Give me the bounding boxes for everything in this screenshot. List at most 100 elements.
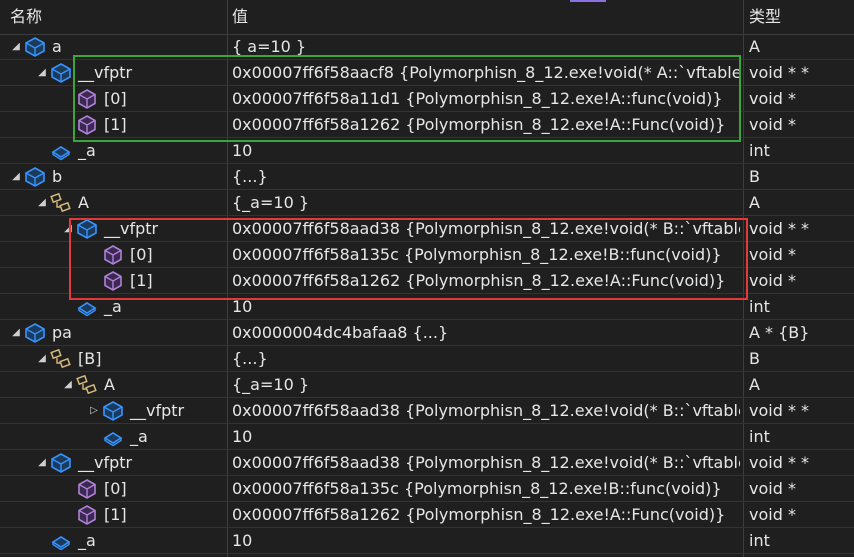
base-class-icon	[50, 192, 72, 214]
method-icon	[76, 88, 98, 110]
watch-row[interactable]: _a 10 int	[0, 424, 854, 450]
row-type: void *	[749, 271, 796, 290]
row-type: void * *	[749, 63, 810, 82]
row-name: __vfptr	[104, 219, 159, 238]
object-icon	[76, 218, 98, 240]
watch-row[interactable]: [0] 0x00007ff6f58a11d1 {Polymorphisn_8_12…	[0, 86, 854, 112]
row-type: B	[749, 349, 760, 368]
row-value[interactable]: {_a=10 }	[232, 190, 740, 215]
watch-row[interactable]: ▷ __vfptr 0x00007ff6f58aad38 {Polymorphisn…	[0, 398, 854, 424]
method-icon	[76, 478, 98, 500]
row-value[interactable]: {...}	[232, 164, 740, 189]
object-icon	[24, 36, 46, 58]
row-name: _a	[78, 531, 96, 550]
watch-row[interactable]: ◢ __vfptr 0x00007ff6f58aacf8 {Polymorphisn…	[0, 60, 854, 86]
column-header-type[interactable]: 类型	[749, 0, 781, 34]
row-type: int	[749, 427, 770, 446]
watch-rows: ◢ a{ a=10 } A ◢ __vfptr 0x00007ff6f58aacf8 {P…	[0, 34, 854, 554]
collapse-arrow-icon[interactable]: ◢	[36, 190, 48, 215]
row-name: a	[52, 37, 62, 56]
row-value[interactable]: 0x00007ff6f58aacf8 {Polymorphisn_8_12.ex…	[232, 60, 740, 85]
row-type: B	[749, 167, 760, 186]
watch-row[interactable]: _a 10 int	[0, 294, 854, 320]
row-value[interactable]: 0x00007ff6f58a135c {Polymorphisn_8_12.ex…	[232, 242, 740, 267]
collapse-arrow-icon[interactable]: ◢	[36, 346, 48, 371]
watch-row[interactable]: [1] 0x00007ff6f58a1262 {Polymorphisn_8_12…	[0, 112, 854, 138]
row-name: [1]	[104, 505, 127, 524]
object-icon	[102, 400, 124, 422]
watch-row[interactable]: ◢ A {_a=10 } A	[0, 190, 854, 216]
watch-row[interactable]: ◢ pa 0x0000004dc4bafaa8 {...} A * {B}	[0, 320, 854, 346]
row-type: A	[749, 193, 760, 212]
row-value[interactable]: 10	[232, 138, 740, 163]
watch-row[interactable]: ◢ __vfptr 0x00007ff6f58aad38 {Polymorphisn…	[0, 216, 854, 242]
row-value[interactable]: 0x00007ff6f58a135c {Polymorphisn_8_12.ex…	[232, 476, 740, 501]
watch-row[interactable]: _a 10 int	[0, 528, 854, 554]
method-icon	[102, 244, 124, 266]
object-icon	[50, 62, 72, 84]
row-value[interactable]: 0x00007ff6f58aad38 {Polymorphisn_8_12.ex…	[232, 398, 740, 423]
row-type: A * {B}	[749, 323, 810, 342]
column-header-value[interactable]: 值	[232, 0, 248, 34]
column-header-name[interactable]: 名称	[10, 0, 42, 34]
row-value[interactable]: 0x00007ff6f58a1262 {Polymorphisn_8_12.ex…	[232, 112, 740, 137]
row-name: pa	[52, 323, 72, 342]
row-value[interactable]: 0x00007ff6f58a11d1 {Polymorphisn_8_12.ex…	[232, 86, 740, 111]
row-type: void * *	[749, 219, 810, 238]
collapse-arrow-icon[interactable]: ◢	[10, 320, 22, 345]
watch-row[interactable]: [0] 0x00007ff6f58a135c {Polymorphisn_8_12…	[0, 242, 854, 268]
watch-row[interactable]: [0] 0x00007ff6f58a135c {Polymorphisn_8_12…	[0, 476, 854, 502]
row-type: void *	[749, 89, 796, 108]
row-name: [1]	[104, 115, 127, 134]
row-value[interactable]: 10	[232, 528, 740, 553]
row-value[interactable]: 10	[232, 294, 740, 319]
watch-row[interactable]: ◢ b {...} B	[0, 164, 854, 190]
row-name: [0]	[104, 479, 127, 498]
base-class-icon	[50, 348, 72, 370]
base-class-icon	[76, 374, 98, 396]
row-value[interactable]: 10	[232, 424, 740, 449]
method-icon	[102, 270, 124, 292]
header-accent-mark	[570, 0, 606, 2]
expand-arrow-icon[interactable]: ▷	[88, 398, 100, 423]
watch-row[interactable]: ◢ a { a=10 } A	[0, 34, 854, 60]
row-type: void *	[749, 479, 796, 498]
row-name: [B]	[78, 349, 102, 368]
row-name: [0]	[130, 245, 153, 264]
row-name: _a	[130, 427, 148, 446]
watch-row[interactable]: ◢ [B] {...} B	[0, 346, 854, 372]
row-type: int	[749, 531, 770, 550]
watch-row[interactable]: _a 10 int	[0, 138, 854, 164]
row-value[interactable]: 0x00007ff6f58aad38 {Polymorphisn_8_12.ex…	[232, 450, 740, 475]
row-name: __vfptr	[130, 401, 185, 420]
collapse-arrow-icon[interactable]: ◢	[62, 216, 74, 241]
row-name: __vfptr	[78, 453, 133, 472]
watch-window: 名称 值 类型 ◢ a{ a=10 } A ◢ __vfptr 0x00007ff6f58…	[0, 0, 854, 557]
watch-row[interactable]: ◢ __vfptr 0x00007ff6f58aad38 {Polymorphisn…	[0, 450, 854, 476]
watch-row[interactable]: ◢ A {_a=10 } A	[0, 372, 854, 398]
row-value[interactable]: 0x0000004dc4bafaa8 {...}	[232, 320, 740, 345]
column-header-bar: 名称 值 类型	[0, 0, 854, 35]
row-type: int	[749, 141, 770, 160]
row-type: A	[749, 37, 760, 56]
row-name: b	[52, 167, 63, 186]
collapse-arrow-icon[interactable]: ◢	[36, 60, 48, 85]
method-icon	[76, 114, 98, 136]
collapse-arrow-icon[interactable]: ◢	[62, 372, 74, 397]
row-name: [1]	[130, 271, 153, 290]
field-icon	[102, 426, 124, 448]
collapse-arrow-icon[interactable]: ◢	[10, 34, 22, 59]
row-value[interactable]: 0x00007ff6f58aad38 {Polymorphisn_8_12.ex…	[232, 216, 740, 241]
row-name: A	[104, 375, 115, 394]
row-value[interactable]: 0x00007ff6f58a1262 {Polymorphisn_8_12.ex…	[232, 502, 740, 527]
row-type: void * *	[749, 453, 810, 472]
row-value[interactable]: {_a=10 }	[232, 372, 740, 397]
row-value[interactable]: {...}	[232, 346, 740, 371]
collapse-arrow-icon[interactable]: ◢	[10, 164, 22, 189]
watch-row[interactable]: [1] 0x00007ff6f58a1262 {Polymorphisn_8_12…	[0, 268, 854, 294]
row-type: int	[749, 297, 770, 316]
row-value[interactable]: { a=10 }	[232, 34, 740, 59]
collapse-arrow-icon[interactable]: ◢	[36, 450, 48, 475]
watch-row[interactable]: [1] 0x00007ff6f58a1262 {Polymorphisn_8_12…	[0, 502, 854, 528]
row-value[interactable]: 0x00007ff6f58a1262 {Polymorphisn_8_12.ex…	[232, 268, 740, 293]
